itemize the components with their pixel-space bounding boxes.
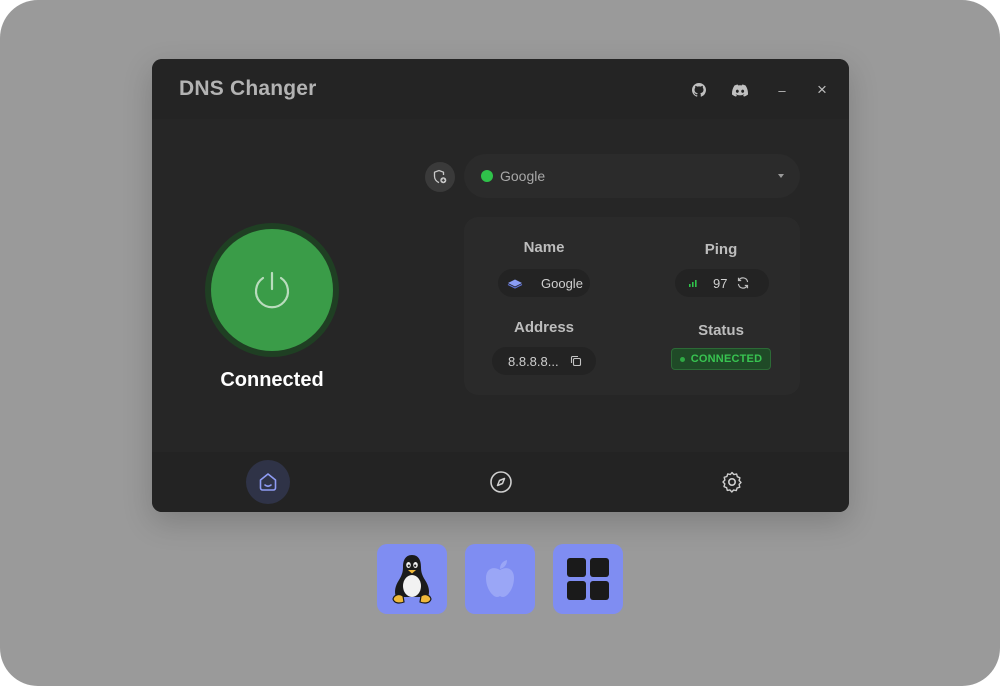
ping-heading: Ping (704, 241, 738, 258)
windows-icon (567, 558, 609, 600)
nav-explore[interactable] (479, 460, 523, 504)
screenshot-backdrop: DNS Changer – × Connected Google Name Pi… (0, 0, 1000, 686)
ping-pill: 97 (675, 269, 769, 297)
discord-button[interactable] (729, 79, 751, 101)
power-icon (254, 271, 290, 309)
close-icon: × (817, 80, 827, 99)
github-button[interactable] (688, 79, 710, 101)
provider-status-dot (481, 170, 493, 182)
macos-download[interactable] (465, 544, 535, 614)
status-badge: CONNECTED (671, 348, 771, 370)
chevron-down-icon (778, 174, 784, 178)
gear-icon (722, 471, 742, 493)
address-heading: Address (513, 319, 575, 336)
nav-settings[interactable] (710, 460, 754, 504)
provider-name-pill: Google (498, 269, 590, 297)
connection-status-label: Connected (220, 369, 324, 391)
shield-plus-icon (433, 169, 447, 184)
nav-home[interactable] (246, 460, 290, 504)
google-dns-icon (507, 279, 523, 289)
provider-name: Google (541, 275, 583, 291)
status-heading: Status (698, 322, 744, 339)
close-button[interactable]: × (811, 79, 833, 101)
discord-icon (732, 84, 748, 97)
compass-icon (490, 471, 512, 493)
copy-address-button[interactable] (570, 355, 582, 367)
app-window: DNS Changer – × Connected Google Name Pi… (152, 59, 849, 512)
minimize-button[interactable]: – (771, 79, 793, 101)
home-icon (259, 473, 277, 491)
ping-value: 97 (713, 275, 728, 291)
refresh-icon (738, 277, 749, 289)
dns-address: 8.8.8.8... (508, 353, 559, 369)
power-ring (205, 223, 339, 357)
signal-icon (689, 280, 697, 287)
platform-row (0, 544, 1000, 614)
linux-icon (392, 555, 432, 604)
status-text: CONNECTED (690, 353, 763, 365)
apple-icon (486, 560, 514, 597)
linux-download[interactable] (377, 544, 447, 614)
refresh-ping-button[interactable] (736, 276, 750, 290)
bottom-nav (152, 452, 849, 512)
selected-provider: Google (500, 168, 546, 184)
add-custom-dns-button[interactable] (425, 162, 455, 192)
app-title: DNS Changer (179, 77, 317, 100)
github-icon (692, 83, 706, 97)
title-bar: DNS Changer – × (152, 59, 849, 119)
address-pill: 8.8.8.8... (492, 347, 596, 375)
status-dot (679, 356, 685, 362)
dns-info-card: Name Ping Google 97 Address Status 8.8.8… (464, 217, 800, 395)
power-button[interactable] (211, 229, 333, 351)
minimize-icon: – (778, 82, 786, 98)
copy-icon (570, 355, 581, 367)
dns-provider-select[interactable]: Google (464, 154, 800, 198)
windows-download[interactable] (553, 544, 623, 614)
name-heading: Name (523, 239, 565, 256)
